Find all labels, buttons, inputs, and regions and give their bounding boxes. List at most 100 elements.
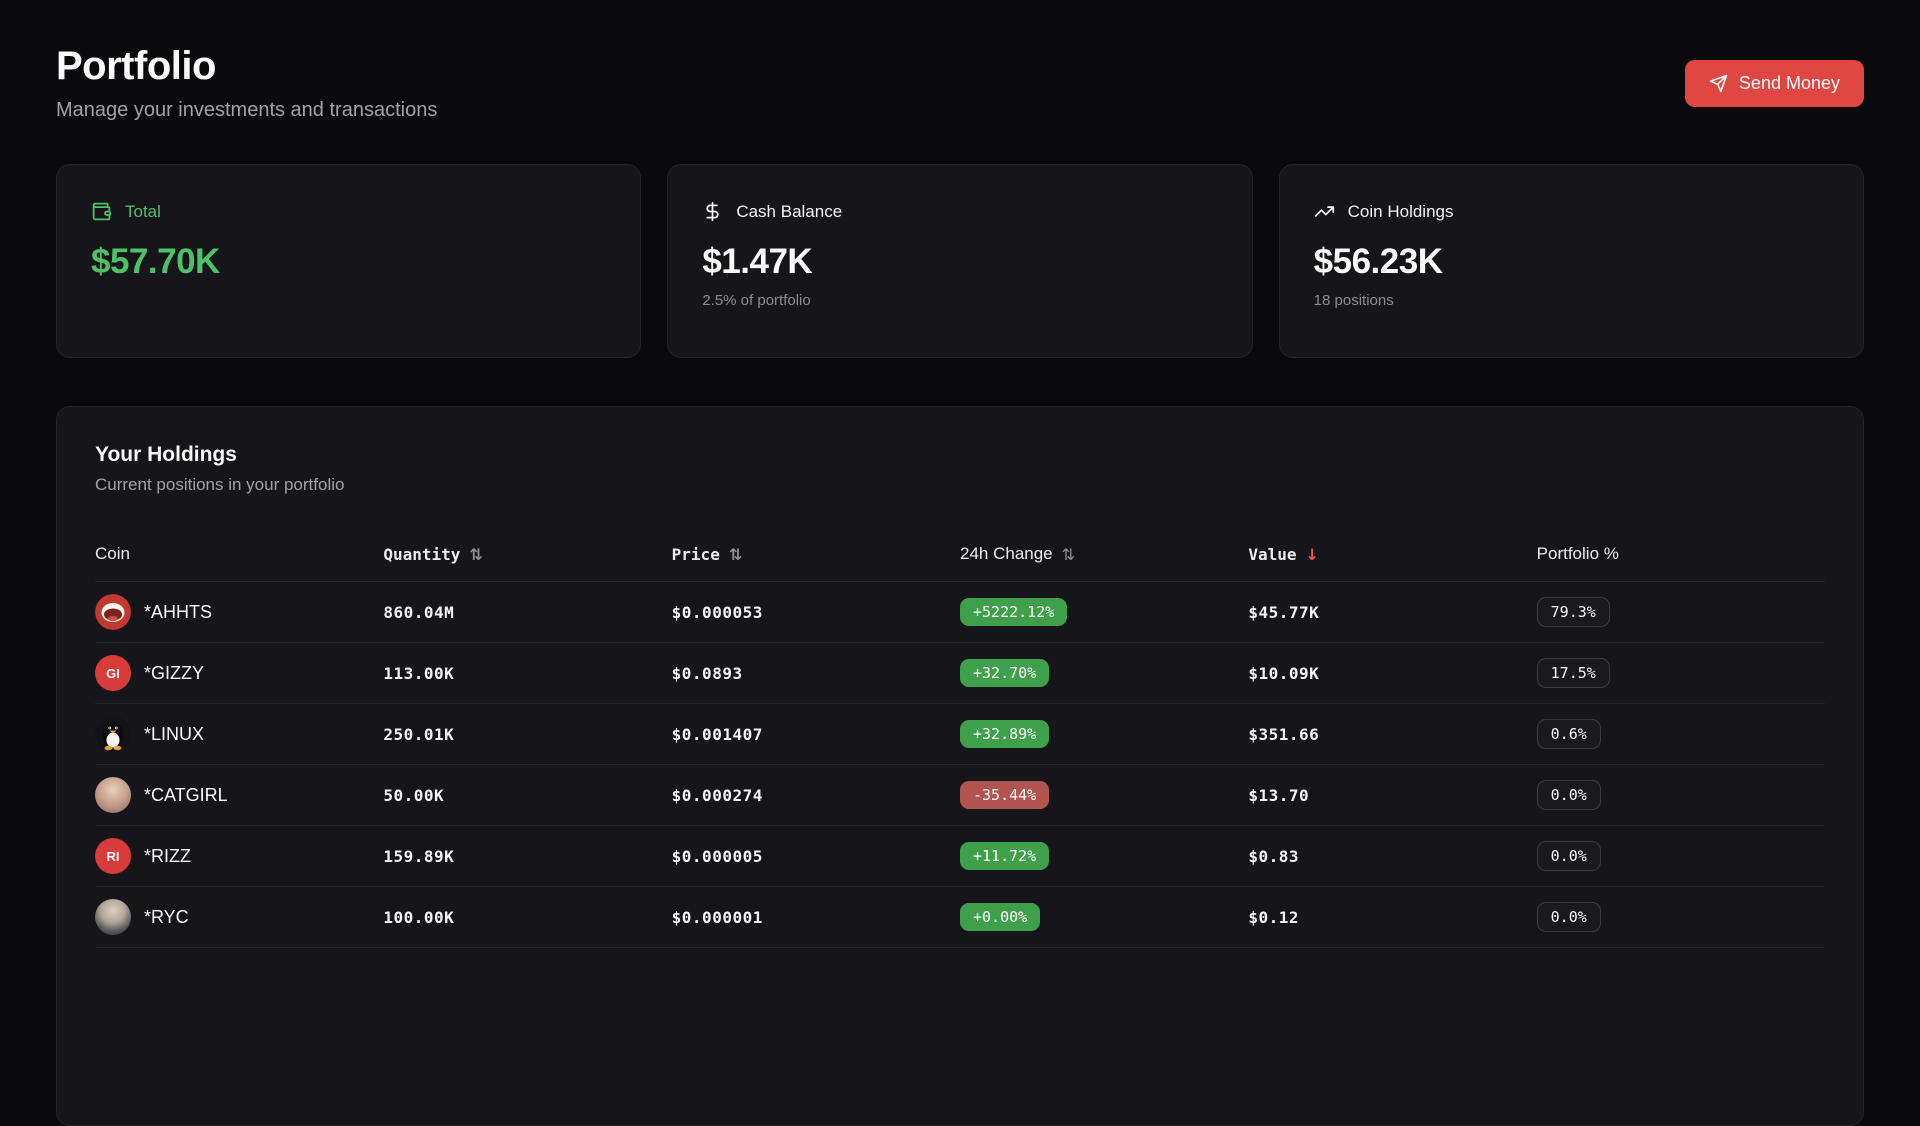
stat-value-total: $57.70K xyxy=(91,242,606,282)
stat-card-cash-header: Cash Balance xyxy=(702,201,1217,222)
stat-sub-coins: 18 positions xyxy=(1314,292,1829,309)
sort-icon: ⇅ xyxy=(469,545,482,564)
stat-card-coin-holdings: Coin Holdings $56.23K 18 positions xyxy=(1279,164,1864,358)
quantity-cell: 50.00K xyxy=(383,786,671,805)
stat-card-coins-header: Coin Holdings xyxy=(1314,201,1829,222)
holdings-title: Your Holdings xyxy=(95,443,1825,467)
value-cell: $10.09K xyxy=(1248,664,1536,683)
dollar-icon xyxy=(702,201,723,222)
portfolio-pct-badge: 0.0% xyxy=(1537,780,1601,810)
quantity-cell: 159.89K xyxy=(383,847,671,866)
quantity-cell: 113.00K xyxy=(383,664,671,683)
stat-value-coins: $56.23K xyxy=(1314,242,1829,282)
table-row[interactable]: GI *GIZZY 113.00K $0.0893 +32.70% $10.09… xyxy=(95,643,1825,704)
value-cell: $45.77K xyxy=(1248,603,1536,622)
change-badge: -35.44% xyxy=(960,781,1049,809)
value-cell: $351.66 xyxy=(1248,725,1536,744)
coin-avatar: GI xyxy=(95,655,131,691)
portfolio-pct-badge: 0.0% xyxy=(1537,841,1601,871)
coin-symbol: *GIZZY xyxy=(144,663,204,684)
coin-symbol: *RYC xyxy=(144,907,189,928)
portfolio-pct-badge: 0.0% xyxy=(1537,902,1601,932)
change-badge: +0.00% xyxy=(960,903,1040,931)
column-header-price[interactable]: Price ⇅ xyxy=(672,545,960,564)
stat-value-cash: $1.47K xyxy=(702,242,1217,282)
column-header-coin: Coin xyxy=(95,544,383,564)
coin-cell: GI *GIZZY xyxy=(95,655,383,691)
coin-cell: *CATGIRL xyxy=(95,777,383,813)
column-header-portfolio: Portfolio % xyxy=(1537,544,1825,564)
stat-card-total-header: Total xyxy=(91,201,606,222)
portfolio-cell: 0.0% xyxy=(1537,780,1825,810)
change-cell: +0.00% xyxy=(960,903,1248,931)
page-title: Portfolio xyxy=(56,44,437,89)
change-cell: -35.44% xyxy=(960,781,1248,809)
holdings-subtitle: Current positions in your portfolio xyxy=(95,475,1825,495)
stat-label-coins: Coin Holdings xyxy=(1348,202,1454,222)
sort-icon: ⇅ xyxy=(729,545,742,564)
page-header: Portfolio Manage your investments and tr… xyxy=(56,44,1864,122)
price-cell: $0.000001 xyxy=(672,908,960,927)
stat-card-cash-balance: Cash Balance $1.47K 2.5% of portfolio xyxy=(667,164,1252,358)
stat-card-total: Total $57.70K xyxy=(56,164,641,358)
change-badge: +32.70% xyxy=(960,659,1049,687)
change-cell: +32.70% xyxy=(960,659,1248,687)
coin-avatar: RI xyxy=(95,838,131,874)
portfolio-pct-badge: 79.3% xyxy=(1537,597,1610,627)
coin-symbol: *LINUX xyxy=(144,724,204,745)
table-header-row: Coin Quantity ⇅ Price ⇅ 24h Change ⇅ Val… xyxy=(95,527,1825,582)
table-row[interactable]: *LINUX 250.01K $0.001407 +32.89% $351.66… xyxy=(95,704,1825,765)
change-badge: +5222.12% xyxy=(960,598,1067,626)
portfolio-cell: 0.6% xyxy=(1537,719,1825,749)
price-cell: $0.0893 xyxy=(672,664,960,683)
trending-up-icon xyxy=(1314,201,1335,222)
portfolio-pct-badge: 0.6% xyxy=(1537,719,1601,749)
coin-avatar xyxy=(95,594,131,630)
column-header-change[interactable]: 24h Change ⇅ xyxy=(960,544,1248,564)
value-cell: $0.83 xyxy=(1248,847,1536,866)
table-row[interactable]: *AHHTS 860.04M $0.000053 +5222.12% $45.7… xyxy=(95,582,1825,643)
table-row[interactable]: *CATGIRL 50.00K $0.000274 -35.44% $13.70… xyxy=(95,765,1825,826)
portfolio-cell: 17.5% xyxy=(1537,658,1825,688)
change-cell: +11.72% xyxy=(960,842,1248,870)
coin-avatar xyxy=(95,716,131,752)
holdings-card: Your Holdings Current positions in your … xyxy=(56,406,1864,1126)
coin-cell: *AHHTS xyxy=(95,594,383,630)
value-cell: $13.70 xyxy=(1248,786,1536,805)
coin-avatar xyxy=(95,777,131,813)
coin-cell: RI *RIZZ xyxy=(95,838,383,874)
coin-cell: *LINUX xyxy=(95,716,383,752)
coin-symbol: *RIZZ xyxy=(144,846,191,867)
coin-symbol: *AHHTS xyxy=(144,602,212,623)
quantity-cell: 860.04M xyxy=(383,603,671,622)
coin-symbol: *CATGIRL xyxy=(144,785,228,806)
column-header-value[interactable]: Value ↓ xyxy=(1248,545,1536,564)
stat-cards: Total $57.70K Cash Balance $1.47K 2.5% o… xyxy=(56,164,1864,358)
portfolio-page: Portfolio Manage your investments and tr… xyxy=(0,0,1920,1126)
change-cell: +5222.12% xyxy=(960,598,1248,626)
price-cell: $0.001407 xyxy=(672,725,960,744)
price-cell: $0.000005 xyxy=(672,847,960,866)
quantity-cell: 250.01K xyxy=(383,725,671,744)
coin-cell: *RYC xyxy=(95,899,383,935)
page-subtitle: Manage your investments and transactions xyxy=(56,99,437,122)
send-money-button[interactable]: Send Money xyxy=(1685,60,1864,107)
table-row[interactable]: *RYC 100.00K $0.000001 +0.00% $0.12 0.0% xyxy=(95,887,1825,948)
page-heading-block: Portfolio Manage your investments and tr… xyxy=(56,44,437,122)
change-badge: +11.72% xyxy=(960,842,1049,870)
coin-avatar xyxy=(95,899,131,935)
stat-label-total: Total xyxy=(125,202,161,222)
quantity-cell: 100.00K xyxy=(383,908,671,927)
portfolio-cell: 0.0% xyxy=(1537,841,1825,871)
send-icon xyxy=(1709,74,1728,93)
table-row[interactable]: RI *RIZZ 159.89K $0.000005 +11.72% $0.83… xyxy=(95,826,1825,887)
sort-icon: ⇅ xyxy=(1062,545,1075,564)
column-header-quantity[interactable]: Quantity ⇅ xyxy=(383,545,671,564)
portfolio-cell: 0.0% xyxy=(1537,902,1825,932)
price-cell: $0.000274 xyxy=(672,786,960,805)
stat-sub-cash: 2.5% of portfolio xyxy=(702,292,1217,309)
value-cell: $0.12 xyxy=(1248,908,1536,927)
portfolio-pct-badge: 17.5% xyxy=(1537,658,1610,688)
wallet-icon xyxy=(91,201,112,222)
price-cell: $0.000053 xyxy=(672,603,960,622)
